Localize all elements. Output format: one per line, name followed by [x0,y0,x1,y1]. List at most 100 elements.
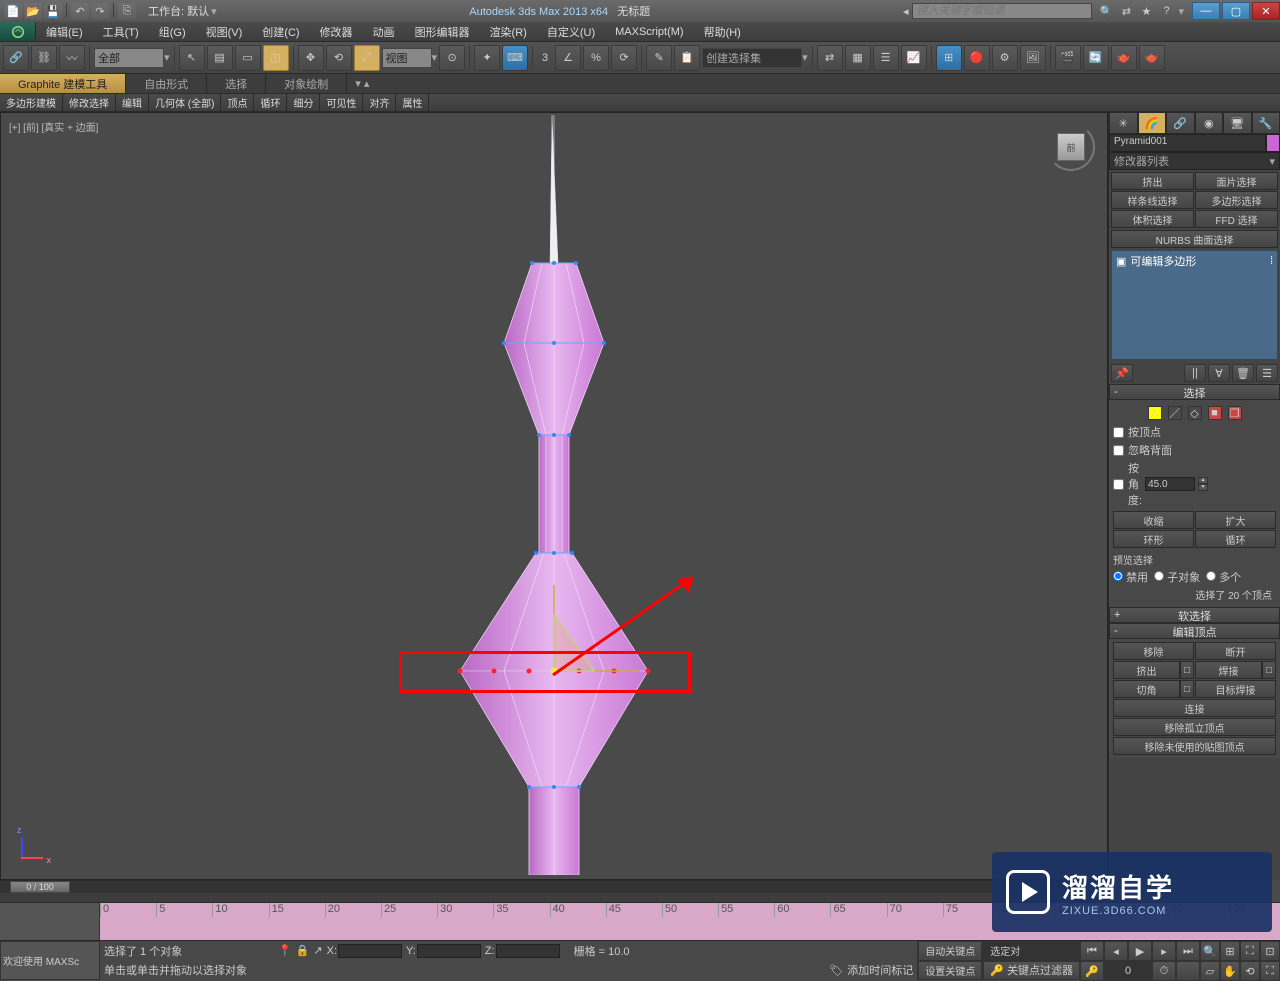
close-button[interactable]: ✕ [1252,2,1280,20]
trackbar-controls[interactable] [0,903,100,940]
zoom-extents-all-icon[interactable]: ⊡ [1260,941,1280,961]
select-window-crossing-icon[interactable]: ◫ [263,45,289,71]
play-icon[interactable]: ▶ [1128,941,1152,961]
radio-subobj[interactable]: 子对象 [1154,569,1200,585]
named-selection-dropdown[interactable]: 创建选择集 [702,48,802,68]
show-end-icon[interactable]: || [1184,364,1206,382]
pin-stack-icon[interactable]: 📌 [1111,364,1133,382]
btn-ffd-sel[interactable]: FFD 选择 [1195,210,1278,228]
ribbon-tab-freeform[interactable]: 自由形式 [126,74,207,93]
cp-tab-display[interactable]: 🖥 [1223,112,1252,134]
btn-loop[interactable]: 循环 [1195,530,1276,548]
cp-tab-create[interactable]: ✳ [1109,112,1138,134]
keyboard-shortcut-icon[interactable]: ⌨ [502,45,528,71]
menu-maxscript[interactable]: MAXScript(M) [605,22,693,41]
prev-frame-icon[interactable]: ◂ [1104,941,1128,961]
bind-space-warp-icon[interactable]: 〰 [59,45,85,71]
material-editor-icon[interactable]: 🔴 [964,45,990,71]
max-viewport-icon[interactable]: ⛶ [1260,961,1280,981]
link-tool-icon[interactable]: 🔗 [3,45,29,71]
rollout-edit-vert-header[interactable]: -编辑顶点 [1109,623,1280,639]
object-color-swatch[interactable] [1266,134,1280,152]
stack-bulb-icon[interactable]: ⁞ [1270,255,1273,267]
chk-ignore-back[interactable]: 忽略背面 [1113,441,1276,459]
btn-shrink[interactable]: 收缩 [1113,511,1194,529]
expand-icon[interactable]: ▣ [1116,255,1126,268]
modifier-stack[interactable]: ▣ 可编辑多边形 ⁞ [1111,250,1278,360]
workspace-label[interactable]: 工作台: 默认 [148,3,209,19]
btn-nurbs-sel[interactable]: NURBS 曲面选择 [1111,230,1278,248]
maximize-button[interactable]: ▢ [1222,2,1250,20]
btn-vol-sel[interactable]: 体积选择 [1111,210,1194,228]
teapot-render-icon[interactable]: 🫖 [1111,45,1137,71]
menu-animation[interactable]: 动画 [363,22,405,41]
manipulate-icon[interactable]: ✦ [474,45,500,71]
rollout-selection-header[interactable]: -选择 [1109,384,1280,400]
ribbon-edit[interactable]: 编辑 [116,94,149,111]
menu-group[interactable]: 组(G) [149,22,196,41]
named-sel-icon[interactable]: 📋 [674,45,700,71]
render-frame-icon[interactable]: 🖼 [1020,45,1046,71]
btn-chamfer-opt[interactable]: □ [1180,680,1194,698]
coord-x-field[interactable] [338,944,402,958]
btn-ev-extrude-opt[interactable]: □ [1180,661,1194,679]
subobj-edge-icon[interactable]: ／ [1168,406,1182,420]
spinner-snap-icon[interactable]: ⟳ [611,45,637,71]
maxscript-listener[interactable]: 欢迎使用 MAXSc [0,941,100,980]
pivot-icon[interactable]: ⊙ [439,45,465,71]
pan-icon[interactable]: ✋ [1220,961,1240,981]
save-icon[interactable]: 💾 [44,3,62,19]
radio-disable[interactable]: 禁用 [1113,569,1148,585]
rotate-icon[interactable]: ⟲ [326,45,352,71]
favorites-icon[interactable]: ★ [1138,3,1154,19]
goto-start-icon[interactable]: ⏮ [1080,941,1104,961]
btn-break[interactable]: 断开 [1195,642,1276,660]
curve-editor-icon[interactable]: 📈 [901,45,927,71]
btn-ring[interactable]: 环形 [1113,530,1194,548]
btn-ev-extrude[interactable]: 挤出 [1113,661,1180,679]
select-region-rect-icon[interactable]: ▭ [235,45,261,71]
menu-render[interactable]: 渲染(R) [480,22,537,41]
zoom-icon[interactable]: 🔍 [1200,941,1220,961]
btn-remove[interactable]: 移除 [1113,642,1194,660]
time-slider-thumb[interactable]: 0 / 100 [10,881,70,893]
ref-coord-dropdown[interactable]: 视图 [382,48,432,68]
open-icon[interactable]: 📂 [24,3,42,19]
angle-spinner[interactable] [1145,477,1195,491]
btn-target-weld[interactable]: 目标焊接 [1195,680,1276,698]
render-setup-icon[interactable]: ⚙ [992,45,1018,71]
btn-poly-sel[interactable]: 多边形选择 [1195,191,1278,209]
help-icon[interactable]: ? [1158,3,1174,19]
stack-item-editpoly[interactable]: ▣ 可编辑多边形 ⁞ [1112,251,1277,271]
subobj-element-icon[interactable]: ❒ [1228,406,1242,420]
select-icon[interactable]: ↖ [179,45,205,71]
menu-customize[interactable]: 自定义(U) [537,22,605,41]
btn-extrude-sel[interactable]: 挤出 [1111,172,1194,190]
remove-mod-icon[interactable]: 🗑 [1232,364,1254,382]
btn-patch-sel[interactable]: 面片选择 [1195,172,1278,190]
ribbon-geom[interactable]: 几何体 (全部) [149,94,221,111]
move-icon[interactable]: ✥ [298,45,324,71]
ribbon-poly-model[interactable]: 多边形建模 [0,94,63,111]
fov-icon[interactable]: ▱ [1200,961,1220,981]
minimize-button[interactable]: ― [1192,2,1220,20]
lock-icon[interactable]: 📍 [278,944,292,957]
edit-named-sel-icon[interactable]: ✎ [646,45,672,71]
ribbon-loop[interactable]: 循环 [254,94,287,111]
scale-icon[interactable]: ⤢ [354,45,380,71]
next-frame-icon[interactable]: ▸ [1152,941,1176,961]
key-mode-icon[interactable]: 🔑 [1080,961,1104,981]
coord-y-field[interactable] [417,944,481,958]
ribbon-visibility[interactable]: 可见性 [320,94,363,111]
menu-tools[interactable]: 工具(T) [93,22,149,41]
ribbon-align[interactable]: 对齐 [363,94,396,111]
subobj-border-icon[interactable]: ◇ [1188,406,1202,420]
selection-filter-dropdown[interactable]: 全部 [94,48,164,68]
app-menu-button[interactable] [0,22,36,41]
btn-weld[interactable]: 焊接 [1195,661,1262,679]
key-filters-button[interactable]: 🔑关键点过滤器 [983,961,1080,981]
chk-by-angle[interactable]: 按角度: [1113,459,1142,509]
btn-chamfer[interactable]: 切角 [1113,680,1180,698]
render-iter-icon[interactable]: 🔄 [1083,45,1109,71]
schematic-view-icon[interactable]: ⊞ [936,45,962,71]
